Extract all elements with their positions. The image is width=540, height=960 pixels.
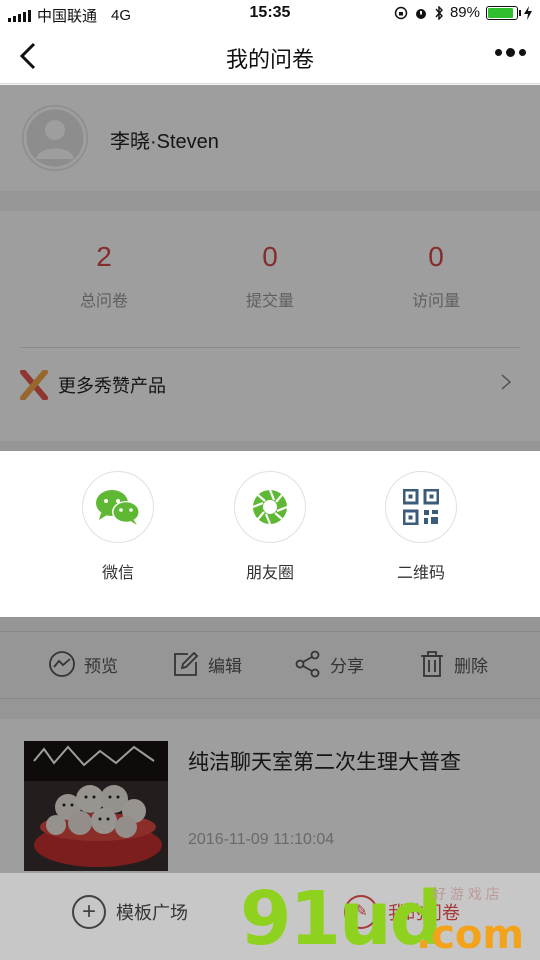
more-products-label: 更多秀赞产品 — [58, 376, 166, 396]
user-name: 李晓·Steven — [110, 131, 219, 153]
trash-icon — [421, 651, 443, 677]
wechat-icon — [82, 471, 154, 543]
default-avatar-icon — [23, 106, 87, 170]
bluetooth-icon — [435, 5, 443, 20]
nav-bar: 我的问卷 — [0, 28, 540, 84]
xiuzan-logo-icon — [20, 370, 48, 400]
preview-button[interactable]: 预览 — [48, 650, 118, 678]
tab-label: 模板广场 — [116, 903, 188, 923]
add-icon: + — [72, 895, 106, 929]
action-label: 编辑 — [208, 656, 242, 676]
stat-submissions: 0 提交量 — [190, 241, 350, 311]
more-options-button[interactable] — [495, 48, 526, 57]
share-label: 微信 — [101, 565, 134, 582]
stat-value: 2 — [96, 241, 112, 272]
alarm-icon — [415, 8, 426, 19]
moments-icon — [234, 471, 306, 543]
status-bar: 中国联通 4G 15:35 89% — [0, 0, 540, 28]
qrcode-icon — [385, 471, 457, 543]
edit-icon — [174, 651, 199, 676]
share-label: 二维码 — [396, 565, 445, 582]
action-label: 分享 — [330, 656, 364, 676]
more-dot-icon — [519, 49, 526, 56]
stat-value: 0 — [428, 241, 444, 272]
share-icon — [295, 650, 320, 678]
stat-label: 提交量 — [245, 293, 294, 310]
charging-icon — [524, 5, 532, 20]
tab-my-surveys[interactable]: ✎ 我的问卷 — [344, 895, 460, 929]
avatar[interactable] — [22, 105, 88, 171]
survey-thumbnail — [24, 741, 168, 871]
stat-value: 0 — [262, 241, 278, 272]
stats-card: 2 总问卷 0 提交量 0 访问量 更多秀赞产品 — [0, 211, 540, 441]
share-wechat-button[interactable]: 微信 — [58, 471, 178, 583]
tab-templates[interactable]: + 模板广场 — [72, 895, 188, 929]
more-dot-icon — [506, 48, 515, 57]
orientation-lock-icon — [394, 6, 408, 19]
preview-icon — [49, 651, 75, 677]
my-surveys-icon: ✎ — [344, 895, 378, 929]
profile-header: 李晓·Steven — [0, 85, 540, 191]
share-button[interactable]: 分享 — [294, 650, 364, 678]
survey-date: 2016-11-09 11:10:04 — [188, 831, 335, 848]
edit-button[interactable]: 编辑 — [172, 650, 242, 678]
stat-label: 访问量 — [411, 293, 460, 310]
share-moments-button[interactable]: 朋友圈 — [210, 471, 330, 583]
share-label: 朋友圈 — [245, 565, 294, 582]
action-label: 预览 — [84, 656, 118, 676]
stat-total-surveys: 2 总问卷 — [24, 241, 184, 311]
tab-bar: + 模板广场 ✎ 我的问卷 — [0, 872, 540, 960]
battery-icon — [486, 5, 521, 20]
stat-label: 总问卷 — [79, 293, 128, 310]
page-content: 李晓·Steven 2 总问卷 0 提交量 0 访问量 更多秀赞产品 微信 朋友… — [0, 85, 540, 960]
page-title: 我的问卷 — [225, 47, 314, 72]
survey-actions: 预览 编辑 分享 删除 — [0, 631, 540, 699]
action-label: 删除 — [454, 656, 488, 676]
share-qrcode-button[interactable]: 二维码 — [361, 471, 481, 583]
more-products-row[interactable]: 更多秀赞产品 — [0, 348, 540, 418]
survey-title: 纯洁聊天室第二次生理大普查 — [188, 751, 461, 774]
stat-visits: 0 访问量 — [356, 241, 516, 311]
delete-button[interactable]: 删除 — [418, 650, 488, 678]
battery-percent: 89% — [449, 4, 480, 21]
more-dot-icon — [495, 49, 502, 56]
share-sheet: 微信 朋友圈 二维码 — [0, 451, 540, 617]
tab-label: 我的问卷 — [388, 903, 460, 923]
chevron-right-icon — [501, 374, 512, 390]
